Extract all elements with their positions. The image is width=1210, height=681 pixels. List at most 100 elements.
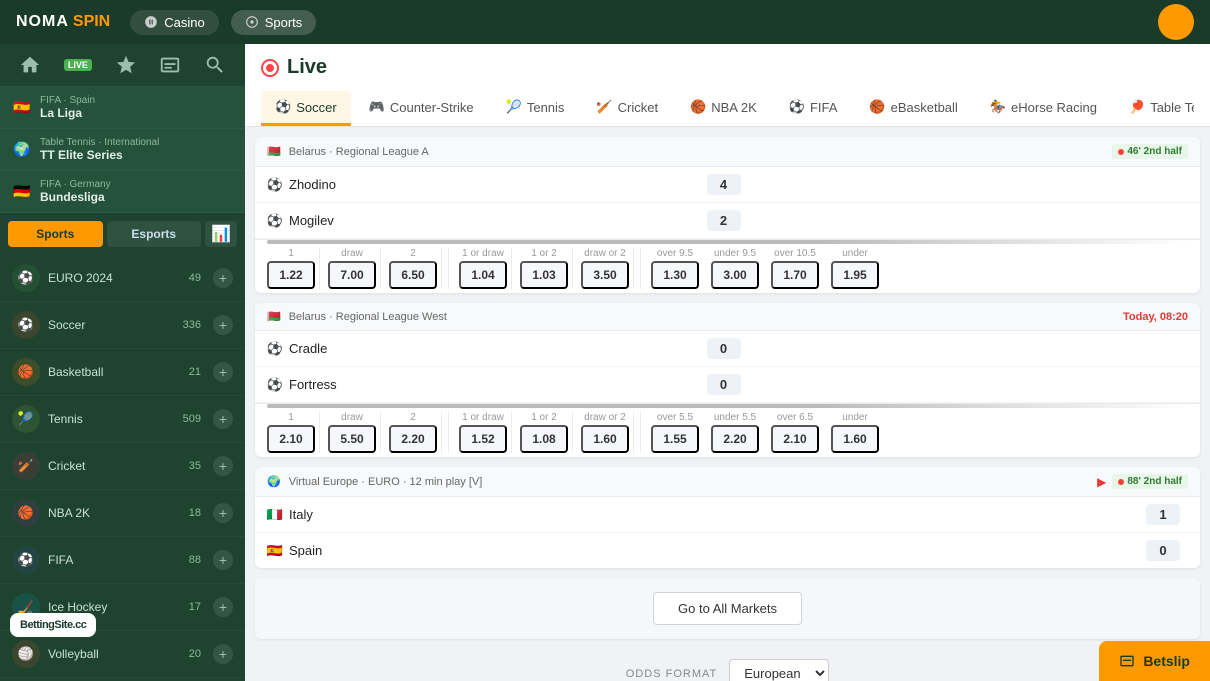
featured-item-ttinternational[interactable]: 🌍 Table Tennis · International TT Elite … — [0, 129, 245, 171]
featured-sub: Table Tennis · International — [40, 137, 159, 148]
featured-title: TT Elite Series — [40, 148, 159, 162]
match-header: 🇧🇾 Belarus · Regional League A 46' 2nd h… — [255, 137, 1200, 167]
odds-button[interactable]: 1.30 — [651, 261, 699, 289]
odds-button[interactable]: 6.50 — [389, 261, 437, 289]
odds-col-label: draw or 2 — [584, 248, 626, 259]
featured-item-laliga[interactable]: 🇪🇸 FIFA · Spain La Liga — [0, 87, 245, 129]
featured-item-info: FIFA · Spain La Liga — [40, 95, 95, 120]
odds-button[interactable]: 2.10 — [771, 425, 819, 453]
go-all-markets-container: Go to All Markets — [255, 578, 1200, 639]
odds-format-row: ODDS FORMAT European Decimal Fractional … — [245, 639, 1210, 681]
sidebar-sport-item-basketball[interactable]: 🏀 Basketball 21 + — [0, 349, 245, 396]
sport-label: Cricket — [48, 459, 181, 473]
odds-button[interactable]: 1.22 — [267, 261, 315, 289]
featured-item-info: FIFA · Germany Bundesliga — [40, 179, 111, 204]
esports-tab-button[interactable]: Esports — [107, 221, 202, 247]
match-header: 🌍 Virtual Europe · EURO · 12 min play [V… — [255, 467, 1200, 497]
live-tab-ebasketball[interactable]: 🏀 eBasketball — [855, 91, 971, 126]
odds-button[interactable]: 2.20 — [711, 425, 759, 453]
sidebar-sport-item-euro-2024[interactable]: ⚽ EURO 2024 49 + — [0, 255, 245, 302]
sport-count: 509 — [183, 413, 201, 425]
sport-add-button[interactable]: + — [213, 409, 233, 429]
sport-add-button[interactable]: + — [213, 456, 233, 476]
odds-button[interactable]: 1.04 — [459, 261, 507, 289]
user-avatar[interactable] — [1158, 4, 1194, 40]
odds-button[interactable]: 7.00 — [328, 261, 376, 289]
odds-col: draw 7.00 — [324, 248, 381, 289]
match-score: 0 — [707, 374, 741, 395]
odds-button[interactable]: 3.00 — [711, 261, 759, 289]
odds-cells-row: 1 2.10 draw 5.50 2 2.20 — [255, 408, 1200, 457]
odds-button[interactable]: 5.50 — [328, 425, 376, 453]
sport-add-button[interactable]: + — [213, 597, 233, 617]
odds-button[interactable]: 3.50 — [581, 261, 629, 289]
odds-button[interactable]: 1.55 — [651, 425, 699, 453]
match-time-area: Today, 08:20 — [1123, 311, 1188, 323]
odds-col-label: under 5.5 — [714, 412, 756, 423]
sport-count: 21 — [189, 366, 201, 378]
league-flag: 🇧🇾 — [267, 310, 281, 323]
go-all-markets-button[interactable]: Go to All Markets — [653, 592, 802, 625]
star-icon-button[interactable] — [115, 54, 137, 76]
match-section-m1: 🇧🇾 Belarus · Regional League A 46' 2nd h… — [255, 137, 1200, 293]
live-tab-cricket[interactable]: 🏏 Cricket — [582, 91, 672, 126]
sport-add-button[interactable]: + — [213, 503, 233, 523]
live-tab-tennis[interactable]: 🎾 Tennis — [492, 91, 579, 126]
match-row: ⚽ Cradle 0 — [255, 331, 1200, 367]
live-tab-nba-2k[interactable]: 🏀 NBA 2K — [676, 91, 771, 126]
odds-col: draw 5.50 — [324, 412, 381, 453]
coupon-icon-button[interactable] — [159, 54, 181, 76]
odds-button[interactable]: 2.10 — [267, 425, 315, 453]
sport-add-button[interactable]: + — [213, 315, 233, 335]
odds-button[interactable]: 1.03 — [520, 261, 568, 289]
casino-nav-label: Casino — [164, 15, 204, 30]
odds-format-select[interactable]: European Decimal Fractional American — [729, 659, 829, 681]
live-header: Live ⚽ Soccer🎮 Counter-Strike🎾 Tennis🏏 C… — [245, 44, 1210, 127]
odds-button[interactable]: 2.20 — [389, 425, 437, 453]
sidebar-sport-item-nba-2k[interactable]: 🏀 NBA 2K 18 + — [0, 490, 245, 537]
match-header: 🇧🇾 Belarus · Regional League West Today,… — [255, 303, 1200, 331]
live-time: 88' 2nd half — [1127, 476, 1182, 487]
sport-add-button[interactable]: + — [213, 362, 233, 382]
sidebar-sport-item-volleyball[interactable]: 🏐 Volleyball 20 + — [0, 631, 245, 678]
live-tab-soccer[interactable]: ⚽ Soccer — [261, 91, 351, 126]
odds-button[interactable]: 1.70 — [771, 261, 819, 289]
live-tab-ehorse-racing[interactable]: 🏇 eHorse Racing — [976, 91, 1111, 126]
betslip-button[interactable]: Betslip — [1099, 641, 1210, 681]
search-icon-button[interactable] — [204, 54, 226, 76]
tab-label: Tennis — [527, 100, 565, 115]
sidebar-sport-item-cricket[interactable]: 🏏 Cricket 35 + — [0, 443, 245, 490]
sidebar-sport-item-fifa[interactable]: ⚽ FIFA 88 + — [0, 537, 245, 584]
odds-button[interactable]: 1.60 — [581, 425, 629, 453]
sport-esport-tabs: Sports Esports 📊 — [0, 213, 245, 255]
odds-button[interactable]: 1.52 — [459, 425, 507, 453]
live-tab-fifa[interactable]: ⚽ FIFA — [775, 91, 852, 126]
league-name: Virtual Europe · EURO · 12 min play [V] — [289, 476, 483, 488]
match-team: 🇪🇸 Spain — [267, 543, 1146, 559]
chart-icon-button[interactable]: 📊 — [205, 221, 237, 247]
sport-add-button[interactable]: + — [213, 550, 233, 570]
odds-col-label: under 9.5 — [714, 248, 756, 259]
odds-col-label: 1 — [288, 412, 294, 423]
odds-button[interactable]: 1.95 — [831, 261, 879, 289]
sports-tab-button[interactable]: Sports — [8, 221, 103, 247]
sport-add-button[interactable]: + — [213, 644, 233, 664]
live-tab-table-tennis[interactable]: 🏓 Table Tennis — [1115, 91, 1194, 126]
live-icon-button[interactable]: LIVE — [64, 59, 92, 71]
match-time: Today, 08:20 — [1123, 311, 1188, 323]
odds-button[interactable]: 1.08 — [520, 425, 568, 453]
tab-label: Cricket — [618, 100, 658, 115]
sport-icon: 🎾 — [12, 405, 40, 433]
live-tab-counter-strike[interactable]: 🎮 Counter-Strike — [355, 91, 488, 126]
sport-add-button[interactable]: + — [213, 268, 233, 288]
sports-nav-button[interactable]: Sports — [231, 10, 317, 35]
team-name: Mogilev — [289, 213, 334, 228]
odds-divider — [448, 248, 449, 289]
odds-divider — [640, 248, 641, 289]
casino-nav-button[interactable]: Casino — [130, 10, 218, 35]
sidebar-sport-item-soccer[interactable]: ⚽ Soccer 336 + — [0, 302, 245, 349]
home-icon-button[interactable] — [19, 54, 41, 76]
odds-button[interactable]: 1.60 — [831, 425, 879, 453]
sidebar-sport-item-tennis[interactable]: 🎾 Tennis 509 + — [0, 396, 245, 443]
featured-item-bundesliga[interactable]: 🇩🇪 FIFA · Germany Bundesliga — [0, 171, 245, 213]
